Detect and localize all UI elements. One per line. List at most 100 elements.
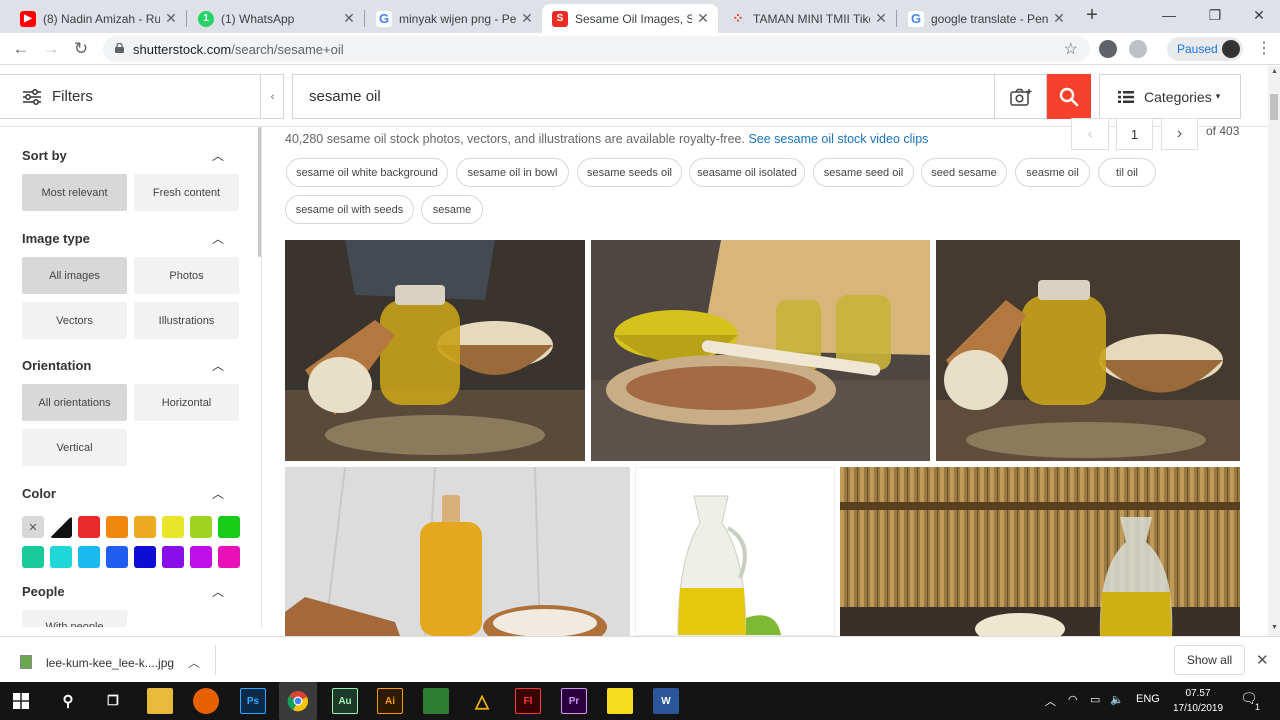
task-view-icon[interactable]: ❐ bbox=[100, 688, 126, 714]
page-scrollbar[interactable]: ▲ ▼ bbox=[1268, 66, 1280, 636]
categories-dropdown[interactable]: Categories ▾ bbox=[1099, 74, 1241, 119]
audition-icon[interactable]: Au bbox=[332, 688, 358, 714]
clear-color-swatch[interactable]: ✕ bbox=[22, 516, 44, 538]
type-illustrations[interactable]: Illustrations bbox=[134, 302, 239, 339]
people-with-people[interactable]: With people bbox=[22, 610, 127, 627]
tab-youtube[interactable]: ▶ (8) Nadin Amizah - Rumah ✕ bbox=[10, 4, 186, 33]
windows-start-icon[interactable] bbox=[8, 688, 34, 714]
chevron-up-icon[interactable]: ︿ bbox=[212, 357, 224, 374]
color-swatch[interactable] bbox=[190, 516, 212, 538]
flash-icon[interactable]: Fl bbox=[515, 688, 541, 714]
result-image[interactable] bbox=[840, 467, 1240, 636]
color-swatch[interactable] bbox=[218, 546, 240, 568]
reverse-image-search-button[interactable] bbox=[994, 74, 1047, 119]
result-image[interactable] bbox=[591, 240, 930, 461]
color-swatch[interactable] bbox=[22, 546, 44, 568]
orientation-horizontal[interactable]: Horizontal bbox=[134, 384, 239, 421]
color-swatch[interactable] bbox=[50, 546, 72, 568]
scrollbar-thumb[interactable] bbox=[1270, 94, 1278, 120]
sort-most-relevant[interactable]: Most relevant bbox=[22, 174, 127, 211]
back-button[interactable]: ← bbox=[10, 38, 32, 60]
premiere-icon[interactable]: Pr bbox=[561, 688, 587, 714]
word-icon[interactable]: W bbox=[653, 688, 679, 714]
close-icon[interactable]: ✕ bbox=[342, 10, 356, 27]
tab-google-translate[interactable]: G google translate - Penelusuran ✕ bbox=[898, 4, 1074, 33]
extension-icon[interactable] bbox=[1099, 40, 1117, 58]
type-vectors[interactable]: Vectors bbox=[22, 302, 127, 339]
close-icon[interactable]: ✕ bbox=[1256, 651, 1269, 669]
related-search-chip[interactable]: sesame oil white background bbox=[286, 158, 448, 187]
sort-fresh-content[interactable]: Fresh content bbox=[134, 174, 239, 211]
chevron-up-icon[interactable]: ︿ bbox=[212, 485, 224, 502]
maximize-button[interactable]: ❐ bbox=[1192, 0, 1238, 30]
tray-chevron-icon[interactable]: ︿ bbox=[1045, 693, 1056, 709]
related-search-chip[interactable]: sesame seed oil bbox=[813, 158, 914, 187]
clock[interactable]: 07.57 17/10/2019 bbox=[1170, 686, 1226, 716]
search-button[interactable] bbox=[1047, 74, 1091, 119]
color-swatch[interactable] bbox=[78, 546, 100, 568]
volume-icon[interactable]: 🔈 bbox=[1110, 693, 1124, 706]
type-photos[interactable]: Photos bbox=[134, 257, 239, 294]
color-swatch[interactable] bbox=[134, 516, 156, 538]
autocad-icon[interactable]: △ bbox=[469, 688, 495, 714]
related-search-chip[interactable]: seasame oil isolated bbox=[689, 158, 805, 187]
video-clips-link[interactable]: See sesame oil stock video clips bbox=[748, 132, 928, 146]
forward-button[interactable]: → bbox=[40, 38, 62, 60]
chevron-up-icon[interactable]: ︿ bbox=[212, 583, 224, 600]
browser-menu-icon[interactable]: ⋮ bbox=[1256, 40, 1272, 58]
chevron-up-icon[interactable]: ︿ bbox=[188, 654, 200, 671]
color-swatch[interactable] bbox=[106, 546, 128, 568]
battery-icon[interactable]: ▭ bbox=[1090, 693, 1100, 706]
chrome-icon[interactable] bbox=[279, 682, 317, 720]
color-swatch[interactable] bbox=[78, 516, 100, 538]
globe-extension-icon[interactable] bbox=[1129, 40, 1147, 58]
related-search-chip[interactable]: sesame oil in bowl bbox=[456, 158, 569, 187]
wifi-icon[interactable]: ◠ bbox=[1068, 693, 1078, 706]
color-swatch[interactable] bbox=[162, 546, 184, 568]
tab-google-minyak[interactable]: G minyak wijen png - Penelusuran Google … bbox=[366, 4, 542, 33]
reload-button[interactable]: ↻ bbox=[70, 38, 92, 60]
new-tab-button[interactable]: + bbox=[1082, 5, 1102, 26]
close-icon[interactable]: ✕ bbox=[1052, 10, 1066, 27]
type-all-images[interactable]: All images bbox=[22, 257, 127, 294]
file-explorer-icon[interactable] bbox=[147, 688, 173, 714]
search-input[interactable]: sesame oil bbox=[292, 74, 994, 119]
result-image[interactable] bbox=[635, 467, 835, 636]
sticky-notes-icon[interactable] bbox=[607, 688, 633, 714]
orientation-all[interactable]: All orientations bbox=[22, 384, 127, 421]
close-icon[interactable]: ✕ bbox=[520, 10, 534, 27]
chevron-up-icon[interactable]: ︿ bbox=[212, 230, 224, 247]
close-icon[interactable]: ✕ bbox=[874, 10, 888, 27]
result-image[interactable] bbox=[285, 467, 630, 636]
related-search-chip[interactable]: til oil bbox=[1098, 158, 1156, 187]
color-swatch[interactable] bbox=[218, 516, 240, 538]
firefox-icon[interactable] bbox=[193, 688, 219, 714]
scroll-up-icon[interactable]: ▲ bbox=[1271, 68, 1278, 75]
result-image[interactable] bbox=[936, 240, 1240, 461]
black-white-swatch[interactable] bbox=[50, 516, 72, 538]
show-all-button[interactable]: Show all bbox=[1174, 645, 1245, 675]
illustrator-icon[interactable]: Ai bbox=[377, 688, 403, 714]
tab-whatsapp[interactable]: 1 (1) WhatsApp ✕ bbox=[188, 4, 364, 33]
scroll-down-icon[interactable]: ▼ bbox=[1271, 624, 1278, 631]
tab-tmii[interactable]: ⁘ TAMAN MINI TMII Tiket ✕ bbox=[720, 4, 896, 33]
tab-shutterstock[interactable]: S Sesame Oil Images, Stock Photos ✕ bbox=[542, 4, 718, 33]
related-search-chip[interactable]: seasme oil bbox=[1015, 158, 1090, 187]
related-search-chip[interactable]: sesame oil with seeds bbox=[285, 195, 414, 224]
photoshop-icon[interactable]: Ps bbox=[240, 688, 266, 714]
page-number-input[interactable]: 1 bbox=[1116, 118, 1153, 150]
related-search-chip[interactable]: sesame seeds oil bbox=[577, 158, 682, 187]
window-close-button[interactable]: ✕ bbox=[1236, 0, 1280, 30]
language-indicator[interactable]: ENG bbox=[1136, 693, 1160, 705]
search-icon[interactable]: ⚲ bbox=[55, 688, 81, 714]
sidebar-scrollbar[interactable] bbox=[258, 127, 261, 257]
profile-button[interactable]: Paused bbox=[1167, 37, 1243, 61]
bookmark-star-icon[interactable]: ☆ bbox=[1064, 39, 1078, 59]
orientation-vertical[interactable]: Vertical bbox=[22, 429, 127, 466]
prev-page-button[interactable]: ‹ bbox=[1071, 118, 1109, 150]
collapse-sidebar-button[interactable]: ‹ bbox=[262, 74, 284, 119]
next-page-button[interactable]: › bbox=[1161, 118, 1198, 150]
color-swatch[interactable] bbox=[106, 516, 128, 538]
coreldraw-icon[interactable] bbox=[423, 688, 449, 714]
related-search-chip[interactable]: sesame bbox=[421, 195, 483, 224]
